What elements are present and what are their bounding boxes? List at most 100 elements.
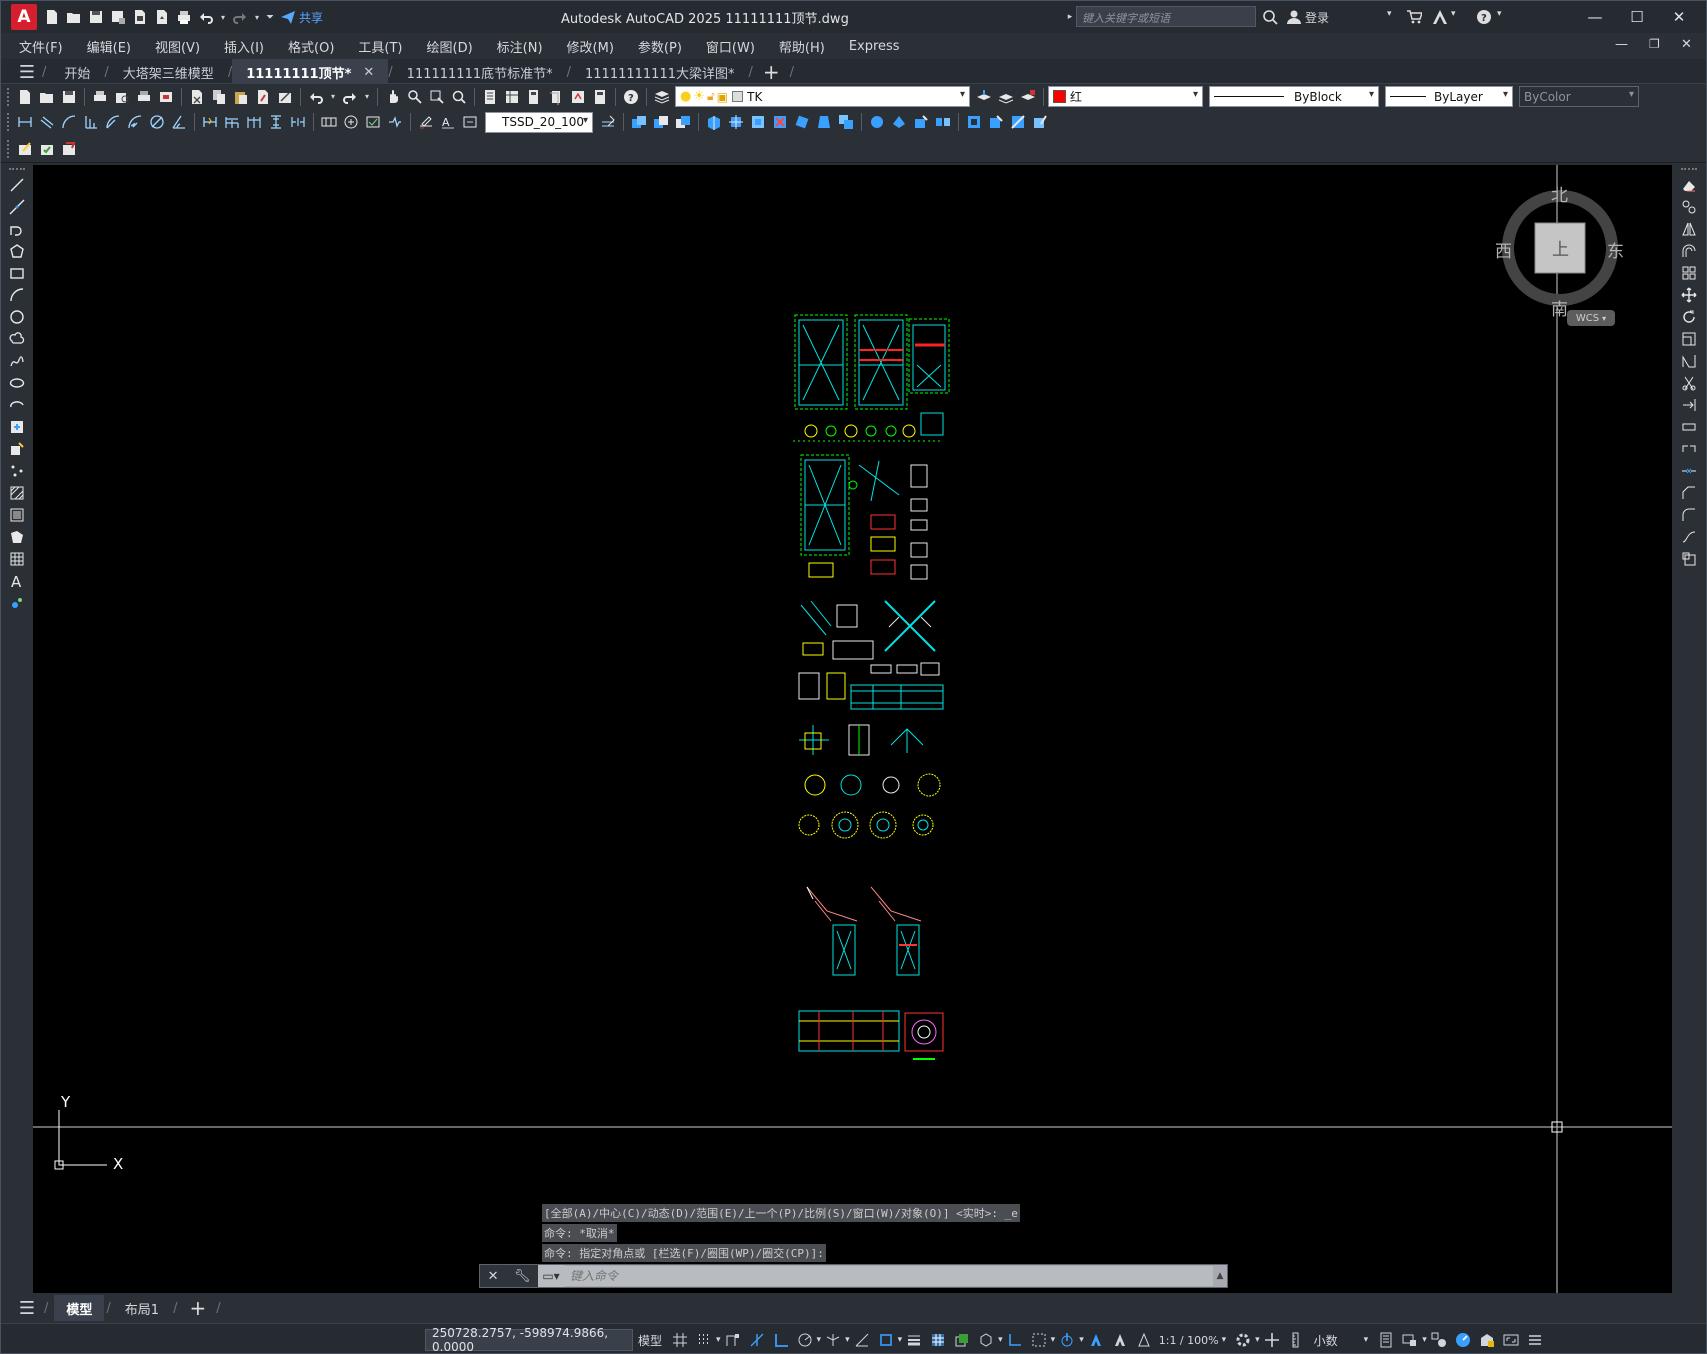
workspace-dropdown-icon[interactable]: ▾ [1255,1335,1260,1345]
doc-restore-icon[interactable]: ❐ [1649,37,1660,51]
blend-curves-icon[interactable] [1677,527,1701,547]
publish-icon[interactable] [134,87,154,107]
text-style-dropdown[interactable]: TSSD_20_100 ▾ [485,111,593,133]
menu-file[interactable]: 文件(F) [7,37,75,56]
dynamic-ucs-icon[interactable] [1004,1329,1026,1351]
command-customize-icon[interactable]: 🔧︎ [514,1269,531,1284]
color-faces-icon[interactable] [867,112,887,132]
doc-close-icon[interactable]: ✕ [1681,37,1692,52]
tab-layout1[interactable]: 布局1 [113,1295,171,1321]
toolbar-grip[interactable] [8,168,25,171]
markup-icon[interactable] [568,87,588,107]
dimension-edit-icon[interactable] [416,112,436,132]
make-object-layer-current-icon[interactable] [974,87,994,107]
shell-icon[interactable] [964,112,984,132]
command-input[interactable] [564,1266,1213,1286]
menu-express[interactable]: Express [837,39,912,54]
redo-list-icon[interactable]: ▾ [362,87,372,107]
rotate-icon[interactable] [1677,307,1701,327]
drawing-canvas[interactable]: Y X 北 南 西 东 上 WCS ▾ [33,165,1673,1293]
ordinate-dimension-icon[interactable] [81,112,101,132]
aligned-dimension-icon[interactable] [37,112,57,132]
rectangle-icon[interactable] [5,263,29,283]
close-icon[interactable]: ✕ [1665,5,1693,29]
annotation-scale-icon[interactable] [1133,1329,1155,1351]
qsave-icon[interactable] [59,87,79,107]
share-icon[interactable] [278,7,298,27]
grid-icon[interactable] [669,1329,691,1351]
undo-icon[interactable] [196,7,216,27]
tab-start[interactable]: 开始 [50,59,104,85]
join-icon[interactable] [1677,461,1701,481]
layer-dropdown[interactable]: ● ☀ 🔓︎ ▣ TK ▾ [675,86,970,107]
graphics-performance-icon[interactable] [1452,1329,1474,1351]
diameter-dimension-icon[interactable] [147,112,167,132]
jogged-dimension-icon[interactable] [125,112,145,132]
layout-menu-icon[interactable]: ☰ [17,1298,37,1319]
doc-minimize-icon[interactable]: — [1615,37,1628,52]
table-icon[interactable] [5,549,29,569]
search-expand-icon[interactable]: ▸ [1064,7,1076,27]
menu-tools[interactable]: 工具(T) [346,37,414,56]
copy-icon[interactable] [209,87,229,107]
slice-icon[interactable] [1008,112,1028,132]
menu-edit[interactable]: 编辑(E) [75,37,143,56]
delete-faces-icon[interactable] [770,112,790,132]
copy-object-icon[interactable] [1677,197,1701,217]
line-icon[interactable] [5,175,29,195]
move-icon[interactable] [1677,285,1701,305]
linetype-dropdown[interactable]: ByBlock ▾ [1209,86,1379,107]
construction-line-icon[interactable] [5,197,29,217]
ellipse-icon[interactable] [5,373,29,393]
redo-dropdown-icon[interactable]: ▾ [252,7,262,27]
new-file-icon[interactable] [42,7,62,27]
sheet-set-icon[interactable] [546,87,566,107]
menu-modify[interactable]: 修改(M) [555,37,626,56]
spline-icon[interactable] [5,351,29,371]
zoom-realtime-icon[interactable] [405,87,425,107]
tab-model[interactable]: 模型 [54,1295,105,1321]
workspace-switch-icon[interactable] [1232,1329,1254,1351]
selection-cycling-icon[interactable] [951,1329,973,1351]
continue-dimension-icon[interactable] [244,112,264,132]
plot-preview-icon[interactable] [112,87,132,107]
rotate-faces-icon[interactable] [792,112,812,132]
cut-icon[interactable] [187,87,207,107]
menu-parametric[interactable]: 参数(P) [626,37,694,56]
units-dropdown-icon[interactable]: ▾ [1364,1335,1369,1345]
wcs-menu-button[interactable]: WCS ▾ [1567,310,1615,326]
customize-quick-access-icon[interactable]: ⏷ [264,7,276,27]
toolbar-grip[interactable] [7,113,10,131]
menu-window[interactable]: 窗口(W) [694,37,767,56]
tab-top-section[interactable]: 11111111顶节* ✕ [232,59,389,85]
save-reference-icon[interactable] [37,139,57,159]
extrude-faces-icon[interactable] [704,112,724,132]
zoom-previous-icon[interactable] [449,87,469,107]
scale-icon[interactable] [1677,329,1701,349]
isolate-objects-icon[interactable] [1428,1329,1450,1351]
user-icon[interactable] [1284,7,1304,27]
multiline-text-icon[interactable]: A [5,571,29,591]
filter-dropdown-icon[interactable]: ▾ [1051,1335,1056,1345]
dimension-break-icon[interactable] [288,112,308,132]
command-close-icon[interactable]: ✕ [488,1269,499,1284]
coordinates-readout[interactable]: 250728.2757, -598974.9866, 0.0000 [425,1326,633,1353]
infer-constraints-icon[interactable] [722,1329,744,1351]
toolbar-grip[interactable] [1681,168,1697,171]
dimension-space-icon[interactable] [266,112,286,132]
clean-icon[interactable] [911,112,931,132]
quick-properties-icon[interactable] [1375,1329,1397,1351]
dimension-text-edit-icon[interactable]: A [438,112,458,132]
pan-icon[interactable] [383,87,403,107]
layer-properties-icon[interactable] [652,87,672,107]
edit-reference-icon[interactable] [15,139,35,159]
units-icon[interactable] [1285,1329,1307,1351]
menu-insert[interactable]: 插入(I) [212,37,276,56]
snap-mode-icon[interactable] [693,1329,715,1351]
design-center-icon[interactable] [502,87,522,107]
dynamic-input-icon[interactable] [746,1329,768,1351]
explode-icon[interactable] [1677,549,1701,569]
menu-view[interactable]: 视图(V) [143,37,212,56]
paste-icon[interactable] [231,87,251,107]
3dosnap-dropdown-icon[interactable]: ▾ [998,1335,1003,1345]
